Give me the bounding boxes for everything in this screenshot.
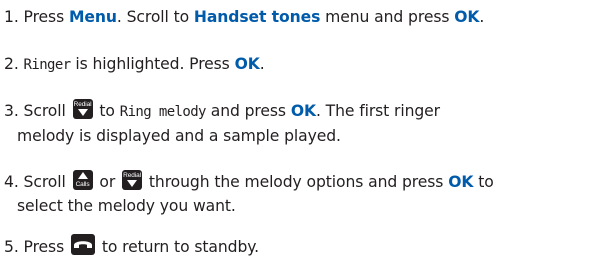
step-text: or xyxy=(99,173,116,191)
ok-keyword: OK xyxy=(448,173,474,191)
redial-down-key-icon: Redial xyxy=(122,170,143,190)
step-text: and press xyxy=(210,102,286,120)
menu-name-keyword: Handset tones xyxy=(193,8,321,26)
handset-icon xyxy=(73,241,92,248)
redial-down-key-icon: Redial xyxy=(72,99,93,119)
step-4: 4. Scroll Calls or Redial through the me… xyxy=(4,170,494,218)
instruction-list: 1. Press Menu. Scroll to Handset tones m… xyxy=(0,0,591,265)
display-text: Ringer xyxy=(23,57,72,73)
step-text: Press xyxy=(23,238,65,256)
step-2: 2. Ringer is highlighted. Press OK. xyxy=(4,52,265,77)
step-text: . The first ringer xyxy=(315,102,440,120)
step-number: 2. xyxy=(4,55,19,73)
end-call-icon xyxy=(70,234,95,255)
step-text: . xyxy=(479,8,485,26)
ok-keyword: OK xyxy=(234,55,260,73)
down-arrow-icon xyxy=(77,109,88,116)
step-text: menu and press xyxy=(325,8,450,26)
key-label: Calls xyxy=(75,181,90,188)
step-text: to xyxy=(478,173,494,191)
step-text: Scroll xyxy=(23,173,66,191)
step-text: to return to standby. xyxy=(101,238,260,256)
step-text: is highlighted. Press xyxy=(75,55,230,73)
step-3: 3. Scroll Redial to Ring melody and pres… xyxy=(4,99,440,148)
step-5: 5. Press to return to standby. xyxy=(4,234,259,259)
step-text: . xyxy=(259,55,265,73)
step-text: select the melody you want. xyxy=(17,197,236,215)
menu-keyword: Menu xyxy=(68,8,117,26)
key-label: Redial xyxy=(73,101,92,108)
down-arrow-icon xyxy=(127,180,138,187)
up-arrow-icon xyxy=(77,172,88,179)
step-number: 5. xyxy=(4,238,19,256)
ok-keyword: OK xyxy=(454,8,480,26)
display-text: Ring melody xyxy=(119,104,207,120)
step-text: through the melody options and press xyxy=(148,173,444,191)
step-text: Press xyxy=(23,8,65,26)
calls-up-key-icon: Calls xyxy=(72,170,93,190)
step-1: 1. Press Menu. Scroll to Handset tones m… xyxy=(4,5,484,29)
key-label: Redial xyxy=(123,172,141,179)
ok-keyword: OK xyxy=(290,102,316,120)
step-number: 3. xyxy=(4,102,19,120)
step-text: . Scroll to xyxy=(116,8,190,26)
step-text: to xyxy=(99,102,115,120)
step-number: 1. xyxy=(4,8,19,26)
step-text: Scroll xyxy=(23,102,66,120)
step-text: melody is displayed and a sample played. xyxy=(17,127,341,145)
step-number: 4. xyxy=(4,173,19,191)
